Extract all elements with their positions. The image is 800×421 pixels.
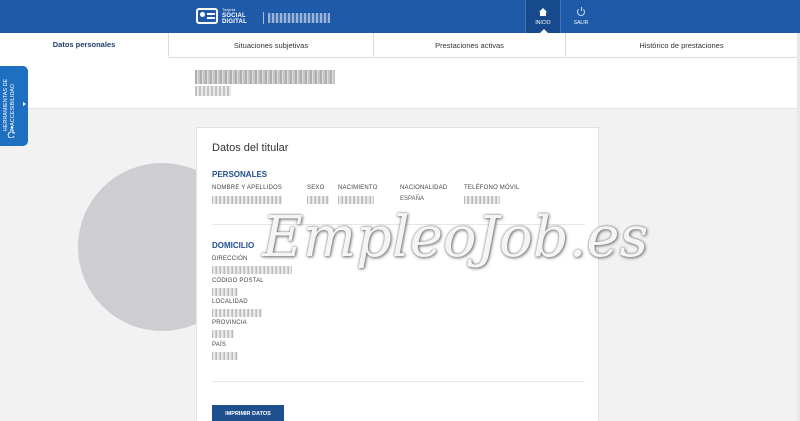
brand-line2: DIGITAL bbox=[222, 19, 247, 25]
tab-label: Situaciones subjetivas bbox=[233, 41, 309, 50]
user-name-redacted bbox=[268, 13, 330, 23]
value-pais-redacted bbox=[212, 352, 238, 360]
label-sexo: SEXO bbox=[307, 185, 325, 191]
accessibility-tools-tab[interactable]: HERRAMIENTAS DE ACCESIBILIDAD bbox=[0, 66, 28, 146]
label-direccion: DIRECCIÓN bbox=[212, 256, 248, 262]
label-telefono: TELÉFONO MÓVIL bbox=[464, 185, 520, 191]
value-nacionalidad: ESPAÑA bbox=[400, 196, 424, 202]
tab-datos-personales[interactable]: Datos personales bbox=[0, 33, 169, 58]
titular-name-redacted bbox=[195, 70, 335, 84]
power-icon bbox=[577, 6, 585, 16]
label-provincia: PROVINCIA bbox=[212, 320, 247, 326]
watermark-text: EmpleoJob.es bbox=[262, 205, 649, 270]
tab-historico-prestaciones[interactable]: Histórico de prestaciones bbox=[566, 33, 797, 58]
titular-data-card: Datos del titular PERSONALES NOMBRE Y AP… bbox=[196, 127, 599, 421]
social-card-icon bbox=[196, 8, 218, 24]
top-header: Tarjeta SOCIAL DIGITAL INICIO SALIR bbox=[0, 0, 800, 33]
brand-name: Tarjeta SOCIAL DIGITAL bbox=[222, 7, 247, 25]
value-localidad-redacted bbox=[212, 309, 262, 317]
logout-label: SALIR bbox=[573, 19, 589, 26]
nav-home-label: INICIO bbox=[535, 19, 551, 26]
print-data-button[interactable]: IMPRIMIR DATOS bbox=[212, 405, 284, 421]
value-codigo-postal-redacted bbox=[212, 288, 238, 296]
section-personales: PERSONALES bbox=[212, 170, 268, 179]
chevron-right-icon bbox=[23, 102, 26, 106]
tab-situaciones-subjetivas[interactable]: Situaciones subjetivas bbox=[169, 33, 374, 58]
logout-button[interactable]: SALIR bbox=[563, 0, 599, 33]
home-icon bbox=[538, 7, 548, 16]
header-divider bbox=[263, 12, 264, 24]
value-nombre-redacted bbox=[212, 196, 282, 204]
value-provincia-redacted bbox=[212, 330, 234, 338]
label-localidad: LOCALIDAD bbox=[212, 299, 248, 305]
label-pais: PAÍS bbox=[212, 342, 227, 348]
main-tabs: Datos personales Situaciones subjetivas … bbox=[0, 33, 800, 58]
nav-home-button[interactable]: INICIO bbox=[525, 0, 561, 33]
brand-logo[interactable]: Tarjeta SOCIAL DIGITAL bbox=[196, 7, 247, 25]
card-title: Datos del titular bbox=[212, 142, 289, 154]
tab-prestaciones-activas[interactable]: Prestaciones activas bbox=[374, 33, 566, 58]
label-codigo-postal: CÓDIGO POSTAL bbox=[212, 278, 264, 284]
user-summary-band bbox=[0, 58, 800, 109]
section-divider bbox=[212, 381, 585, 382]
accessibility-icon bbox=[7, 126, 15, 138]
label-nombre: NOMBRE Y APELLIDOS bbox=[212, 185, 283, 191]
value-nacimiento-redacted bbox=[338, 196, 374, 204]
value-telefono-redacted bbox=[464, 196, 500, 204]
value-sexo-redacted bbox=[307, 196, 329, 204]
tab-label: Datos personales bbox=[52, 40, 116, 49]
tab-label: Prestaciones activas bbox=[435, 41, 504, 50]
tab-label: Histórico de prestaciones bbox=[639, 41, 724, 50]
section-domicilio: DOMICILIO bbox=[212, 241, 255, 250]
titular-id-redacted bbox=[195, 86, 231, 96]
label-nacimiento: NACIMIENTO bbox=[338, 185, 378, 191]
label-nacionalidad: NACIONALIDAD bbox=[400, 185, 448, 191]
